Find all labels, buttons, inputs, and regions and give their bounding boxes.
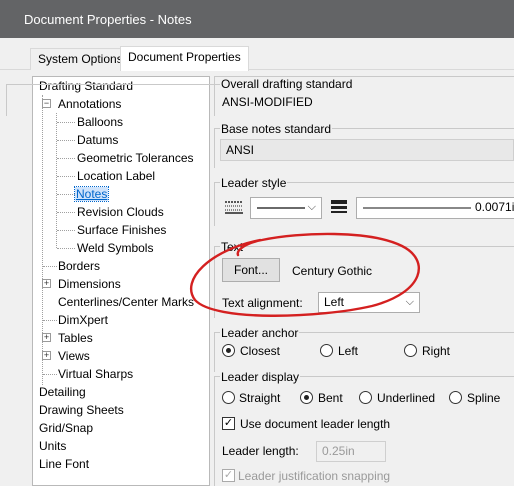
tree-item-units[interactable]: Units [39, 437, 66, 455]
tree-item-views[interactable]: Views [58, 347, 90, 365]
window-title: Document Properties - Notes [24, 12, 192, 27]
chevron-down-icon: ⌵ [307, 201, 316, 213]
tree-connector [57, 248, 75, 249]
tree-connector [57, 194, 75, 195]
tree-item-drawing-sheets[interactable]: Drawing Sheets [39, 401, 124, 419]
leader-thickness-value: 0.0071in [475, 200, 514, 214]
expand-icon[interactable]: + [42, 351, 51, 360]
text-alignment-label: Text alignment: [222, 296, 303, 310]
tree-item-line-font[interactable]: Line Font [39, 455, 89, 473]
leader-anchor-label: Leader anchor [220, 326, 300, 340]
tree-item-revision-clouds[interactable]: Revision Clouds [77, 203, 164, 221]
leader-style-label: Leader style [220, 176, 288, 190]
line-style-icon [224, 199, 244, 215]
tab-document-properties[interactable]: Document Properties [120, 46, 249, 71]
tree-connector [57, 122, 75, 123]
tree-item-weld-symbols[interactable]: Weld Symbols [77, 239, 153, 257]
tree-connector [57, 158, 75, 159]
leader-thickness-select[interactable]: 0.0071in [356, 197, 514, 219]
thin-line-icon [363, 207, 471, 209]
leader-length-label: Leader length: [222, 444, 299, 458]
options-tree[interactable]: Drafting Standard − Annotations Balloons… [32, 76, 210, 486]
tree-item-surface-finishes[interactable]: Surface Finishes [77, 221, 166, 239]
tree-connector [57, 140, 75, 141]
title-bar: Document Properties - Notes [0, 0, 514, 38]
tree-item-tables[interactable]: Tables [58, 329, 93, 347]
display-bent-label: Bent [318, 391, 343, 405]
tree-item-borders[interactable]: Borders [58, 257, 100, 275]
tree-item-grid-snap[interactable]: Grid/Snap [39, 419, 93, 437]
line-thickness-icon [330, 199, 348, 215]
tree-connector [56, 113, 57, 248]
anchor-closest-label: Closest [240, 344, 281, 358]
tree-item-dimensions[interactable]: Dimensions [58, 275, 121, 293]
base-notes-standard-field[interactable]: ANSI [220, 139, 514, 161]
text-alignment-value: Left [324, 295, 345, 309]
tree-connector [57, 176, 75, 177]
chevron-down-icon: ⌵ [405, 296, 414, 308]
anchor-closest-radio[interactable] [222, 344, 235, 357]
font-button[interactable]: Font... [222, 258, 280, 282]
anchor-right-radio[interactable] [404, 344, 417, 357]
tree-item-centerlines[interactable]: Centerlines/Center Marks [58, 293, 194, 311]
text-alignment-select[interactable]: Left ⌵ [318, 292, 420, 313]
solid-line-icon [257, 207, 305, 209]
display-straight-radio[interactable] [222, 391, 235, 404]
anchor-left-radio[interactable] [320, 344, 333, 357]
leader-display-label: Leader display [220, 370, 301, 384]
leader-length-input[interactable]: 0.25in [316, 441, 386, 462]
display-underlined-radio[interactable] [359, 391, 372, 404]
tree-connector [57, 230, 75, 231]
tree-item-dimxpert[interactable]: DimXpert [58, 311, 108, 329]
overall-standard-value: ANSI-MODIFIED [222, 95, 313, 109]
display-spline-label: Spline [467, 391, 501, 405]
tree-connector [57, 212, 75, 213]
display-spline-radio[interactable] [449, 391, 462, 404]
leader-line-style-select[interactable]: ⌵ [250, 197, 322, 219]
overall-standard-label: Overall drafting standard [220, 77, 354, 91]
tree-connector [43, 266, 57, 267]
justification-snapping-label: Leader justification snapping [238, 469, 391, 483]
use-doc-length-checkbox[interactable]: ✓ [222, 417, 235, 430]
text-group-label: Text [220, 240, 245, 254]
anchor-left-label: Left [338, 344, 359, 358]
justification-snapping-checkbox[interactable]: ✓ [222, 469, 235, 482]
tree-item-location-label[interactable]: Location Label [77, 167, 155, 185]
expand-icon[interactable]: + [42, 279, 51, 288]
base-notes-label: Base notes standard [220, 122, 333, 136]
tree-item-datums[interactable]: Datums [77, 131, 118, 149]
tree-item-detailing[interactable]: Detailing [39, 383, 86, 401]
display-straight-label: Straight [239, 391, 281, 405]
tree-item-virtual-sharps[interactable]: Virtual Sharps [58, 365, 133, 383]
display-underlined-label: Underlined [377, 391, 436, 405]
tree-item-notes[interactable]: Notes [73, 185, 110, 203]
anchor-right-label: Right [422, 344, 451, 358]
font-name: Century Gothic [292, 264, 373, 278]
use-doc-length-label: Use document leader length [240, 417, 391, 431]
tree-connector [43, 374, 57, 375]
tree-item-geometric-tolerances[interactable]: Geometric Tolerances [77, 149, 194, 167]
tab-system-options[interactable]: System Options [30, 48, 131, 70]
tree-connector [43, 320, 57, 321]
tab-strip: System Options Document Properties [0, 38, 514, 71]
display-bent-radio[interactable] [300, 391, 313, 404]
expand-icon[interactable]: + [42, 333, 51, 342]
